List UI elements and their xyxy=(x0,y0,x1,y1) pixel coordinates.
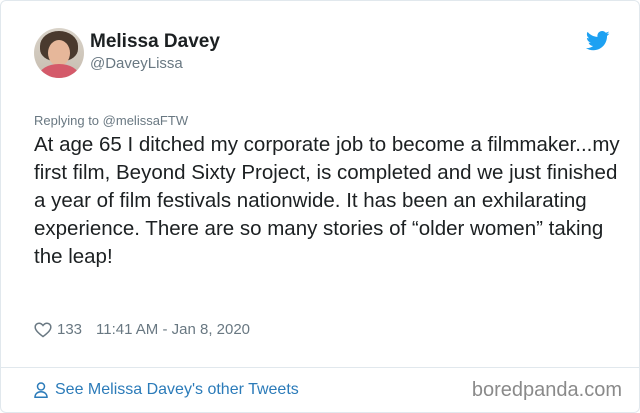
tweet-timestamp[interactable]: 11:41 AM - Jan 8, 2020 xyxy=(96,321,250,338)
like-count: 133 xyxy=(57,321,83,338)
heart-icon[interactable] xyxy=(34,321,52,338)
person-icon xyxy=(34,382,48,398)
avatar-shirt xyxy=(39,64,79,78)
avatar-face xyxy=(48,40,70,66)
reply-prefix: Replying to xyxy=(34,113,100,128)
avatar[interactable] xyxy=(34,28,84,78)
reply-context: Replying to @melissaFTW xyxy=(34,113,188,128)
see-other-tweets-label: See Melissa Davey's other Tweets xyxy=(55,381,299,398)
reply-handle-link[interactable]: @melissaFTW xyxy=(103,113,188,128)
author-name[interactable]: Melissa Davey xyxy=(90,31,220,53)
author-handle[interactable]: @DaveyLissa xyxy=(90,55,183,72)
tweet-card: Melissa Davey @DaveyLissa Replying to @m… xyxy=(0,0,640,413)
twitter-bird-icon[interactable] xyxy=(586,31,610,51)
divider xyxy=(1,367,639,368)
watermark: boredpanda.com xyxy=(471,379,622,401)
see-other-tweets-link[interactable]: See Melissa Davey's other Tweets xyxy=(34,381,299,399)
tweet-meta: 133 11:41 AM - Jan 8, 2020 xyxy=(34,321,250,338)
tweet-text: At age 65 I ditched my corporate job to … xyxy=(34,133,620,268)
